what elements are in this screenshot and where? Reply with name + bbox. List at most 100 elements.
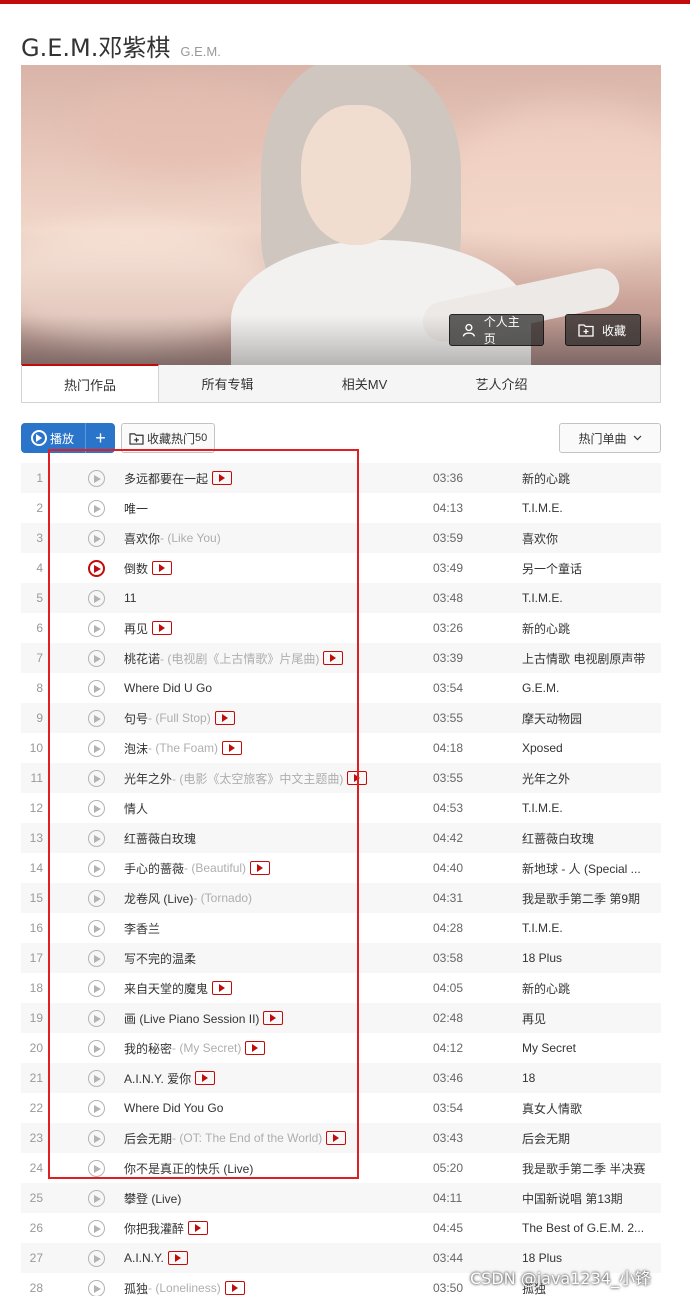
song-row[interactable]: 16 李香兰 04:28 T.I.M.E. (21, 913, 661, 943)
song-title[interactable]: Where Did You Go (124, 1101, 223, 1115)
song-row[interactable]: 22 Where Did You Go 03:54 真女人情歌 (21, 1093, 661, 1123)
add-to-playlist-button[interactable]: + (85, 423, 115, 453)
song-title[interactable]: 桃花诺 (124, 650, 160, 667)
song-title[interactable]: 11 (124, 591, 136, 605)
play-song-icon[interactable] (88, 1130, 105, 1147)
play-song-icon[interactable] (88, 920, 105, 937)
play-song-icon[interactable] (88, 1190, 105, 1207)
song-row[interactable]: 8 Where Did U Go 03:54 G.E.M. (21, 673, 661, 703)
song-row[interactable]: 26 你把我灌醉 04:45 The Best of G.E.M. 2... (21, 1213, 661, 1243)
song-album[interactable]: The Best of G.E.M. 2... (522, 1221, 652, 1235)
song-row[interactable]: 5 11 03:48 T.I.M.E. (21, 583, 661, 613)
song-row[interactable]: 19 画 (Live Piano Session II) 02:48 再见 (21, 1003, 661, 1033)
song-title[interactable]: Where Did U Go (124, 681, 212, 695)
play-all-button[interactable]: 播放 (21, 423, 85, 453)
song-album[interactable]: G.E.M. (522, 681, 652, 695)
song-row[interactable]: 1 多远都要在一起 03:36 新的心跳 (21, 463, 661, 493)
play-song-icon[interactable] (88, 560, 105, 577)
mv-icon[interactable] (214, 711, 235, 725)
song-row[interactable]: 12 情人 04:53 T.I.M.E. (21, 793, 661, 823)
tab-related-mv[interactable]: 相关MV (296, 365, 433, 402)
mv-icon[interactable] (167, 1251, 188, 1265)
song-title[interactable]: 喜欢你 (124, 530, 160, 547)
song-title[interactable]: 后会无期 (124, 1130, 172, 1147)
song-album[interactable]: 18 Plus (522, 1251, 652, 1265)
song-row[interactable]: 10 泡沫 - (The Foam) 04:18 Xposed (21, 733, 661, 763)
song-title[interactable]: 你不是真正的快乐 (Live) (124, 1160, 253, 1177)
song-row[interactable]: 14 手心的蔷薇 - (Beautiful) 04:40 新地球 - 人 (Speci… (21, 853, 661, 883)
song-title[interactable]: 你把我灌醉 (124, 1220, 184, 1237)
mv-icon[interactable] (212, 981, 233, 995)
song-row[interactable]: 25 攀登 (Live) 04:11 中国新说唱 第13期 (21, 1183, 661, 1213)
play-song-icon[interactable] (88, 680, 105, 697)
play-song-icon[interactable] (88, 620, 105, 637)
mv-icon[interactable] (224, 1281, 245, 1295)
song-album[interactable]: 上古情歌 电视剧原声带 (522, 650, 652, 667)
mv-icon[interactable] (195, 1071, 216, 1085)
song-title[interactable]: 李香兰 (124, 920, 160, 937)
song-title[interactable]: 手心的蔷薇 (124, 860, 184, 877)
song-album[interactable]: T.I.M.E. (522, 921, 652, 935)
song-row[interactable]: 23 后会无期 - (OT: The End of the World) 03:43… (21, 1123, 661, 1153)
mv-icon[interactable] (245, 1041, 266, 1055)
song-title[interactable]: 龙卷风 (Live) (124, 890, 193, 907)
song-album[interactable]: T.I.M.E. (522, 801, 652, 815)
song-row[interactable]: 3 喜欢你 - (Like You) 03:59 喜欢你 (21, 523, 661, 553)
song-title[interactable]: 句号 (124, 710, 148, 727)
song-album[interactable]: 喜欢你 (522, 530, 652, 547)
song-album[interactable]: 18 Plus (522, 951, 652, 965)
song-row[interactable]: 6 再见 03:26 新的心跳 (21, 613, 661, 643)
song-album[interactable]: 我是歌手第二季 第9期 (522, 890, 652, 907)
song-title[interactable]: 孤独 (124, 1280, 148, 1296)
song-row[interactable]: 21 A.I.N.Y. 爱你 03:46 18 (21, 1063, 661, 1093)
collect-hot-button[interactable]: 收藏热门 50 (121, 423, 215, 453)
song-album[interactable]: My Secret (522, 1041, 652, 1055)
hot-singles-dropdown[interactable]: 热门单曲 (559, 423, 661, 453)
song-title[interactable]: A.I.N.Y. 爱你 (124, 1070, 191, 1087)
song-album[interactable]: 新的心跳 (522, 620, 652, 637)
play-song-icon[interactable] (88, 1220, 105, 1237)
song-row[interactable]: 11 光年之外 - (电影《太空旅客》中文主题曲) 03:55 光年之外 (21, 763, 661, 793)
song-row[interactable]: 20 我的秘密 - (My Secret) 04:12 My Secret (21, 1033, 661, 1063)
play-song-icon[interactable] (88, 770, 105, 787)
song-title[interactable]: 再见 (124, 620, 148, 637)
song-album[interactable]: 新的心跳 (522, 470, 652, 487)
song-album[interactable]: 新地球 - 人 (Special ... (522, 860, 652, 877)
mv-icon[interactable] (152, 561, 173, 575)
song-album[interactable]: 我是歌手第二季 半决赛 (522, 1160, 652, 1177)
mv-icon[interactable] (212, 471, 233, 485)
mv-icon[interactable] (188, 1221, 209, 1235)
song-row[interactable]: 24 你不是真正的快乐 (Live) 05:20 我是歌手第二季 半决赛 (21, 1153, 661, 1183)
mv-icon[interactable] (323, 651, 344, 665)
song-title[interactable]: 我的秘密 (124, 1040, 172, 1057)
song-row[interactable]: 18 来自天堂的魔鬼 04:05 新的心跳 (21, 973, 661, 1003)
song-title[interactable]: 画 (Live Piano Session II) (124, 1010, 259, 1027)
song-title[interactable]: 写不完的温柔 (124, 950, 196, 967)
song-title[interactable]: 倒数 (124, 560, 148, 577)
song-row[interactable]: 15 龙卷风 (Live) - (Tornado) 04:31 我是歌手第二季 第9期 (21, 883, 661, 913)
song-album[interactable]: 真女人情歌 (522, 1100, 652, 1117)
play-song-icon[interactable] (88, 1280, 105, 1296)
tab-artist-intro[interactable]: 艺人介绍 (433, 365, 570, 402)
song-album[interactable]: 18 (522, 1071, 652, 1085)
mv-icon[interactable] (250, 861, 271, 875)
song-album[interactable]: 光年之外 (522, 770, 652, 787)
song-row[interactable]: 2 唯一 04:13 T.I.M.E. (21, 493, 661, 523)
song-album[interactable]: Xposed (522, 741, 652, 755)
mv-icon[interactable] (326, 1131, 347, 1145)
play-song-icon[interactable] (88, 1100, 105, 1117)
song-album[interactable]: 再见 (522, 1010, 652, 1027)
song-album[interactable]: T.I.M.E. (522, 591, 652, 605)
play-song-icon[interactable] (88, 710, 105, 727)
song-album[interactable]: T.I.M.E. (522, 501, 652, 515)
play-song-icon[interactable] (88, 1040, 105, 1057)
song-title[interactable]: 泡沫 (124, 740, 148, 757)
play-song-icon[interactable] (88, 530, 105, 547)
play-song-icon[interactable] (88, 1250, 105, 1267)
artist-home-button[interactable]: 个人主页 (449, 314, 544, 346)
song-album[interactable]: 中国新说唱 第13期 (522, 1190, 652, 1207)
song-row[interactable]: 17 写不完的温柔 03:58 18 Plus (21, 943, 661, 973)
mv-icon[interactable] (347, 771, 368, 785)
play-song-icon[interactable] (88, 1070, 105, 1087)
song-album[interactable]: 另一个童话 (522, 560, 652, 577)
